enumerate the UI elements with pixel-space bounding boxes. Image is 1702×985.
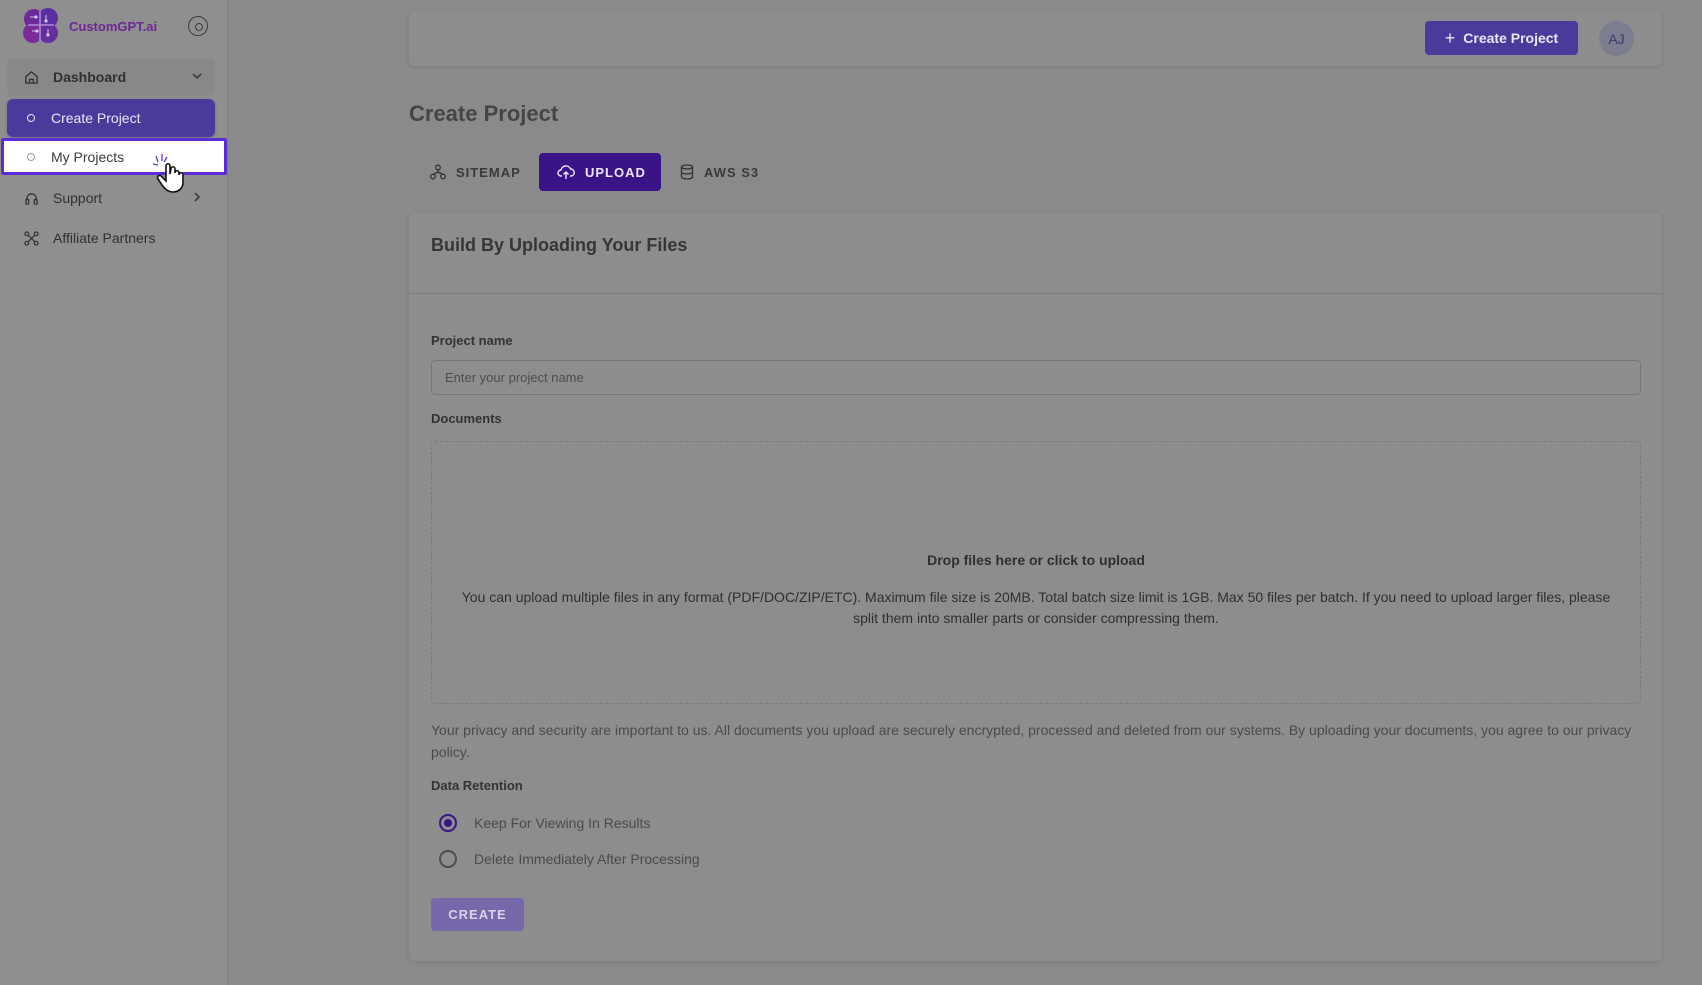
tab-label: AWS S3 [704,164,760,180]
brain-logo-icon [23,8,58,43]
page-title: Create Project [409,101,559,126]
brand[interactable]: CustomGPT.ai [20,4,157,48]
circle-icon [27,114,35,122]
cloud-upload-icon [557,164,575,180]
tab-aws-s3[interactable]: AWS S3 [662,153,777,191]
sidebar-toggle-icon[interactable] [188,16,208,36]
project-name-input[interactable] [431,360,1641,395]
tab-label: UPLOAD [585,164,646,180]
brand-name: CustomGPT.ai [69,18,158,34]
tab-sitemap[interactable]: SITEMAP [412,153,539,191]
avatar[interactable]: AJ [1599,21,1634,56]
sidebar-item-label: Dashboard [53,69,127,85]
tab-upload[interactable]: UPLOAD [539,153,661,191]
sidebar-item-dashboard[interactable]: Dashboard [7,58,215,96]
headset-icon [23,190,39,206]
hand-pointer-cursor-icon [152,154,184,193]
chevron-down-icon [192,73,202,80]
tab-label: SITEMAP [456,164,521,180]
sidebar: CustomGPT.ai Dashboard Create Project My… [0,0,228,985]
section-title: Build By Uploading Your Files [431,235,688,255]
plus-icon: + [1444,27,1456,48]
divider [409,293,1662,294]
home-icon [23,69,39,85]
radio-label: Keep For Viewing In Results [474,815,651,831]
data-retention-label: Data Retention [431,778,523,793]
privacy-notice: Your privacy and security are important … [431,722,1632,760]
sidebar-item-label: My Projects [51,148,125,165]
upload-card: Build By Uploading Your Files Project na… [409,213,1662,961]
radio-label: Delete Immediately After Processing [474,851,700,867]
project-name-label: Project name [431,333,513,348]
create-button[interactable]: CREATE [431,898,524,931]
radio-button[interactable] [439,850,457,868]
sidebar-item-affiliate-partners[interactable]: Affiliate Partners [7,219,215,257]
header-create-project-label: Create Project [1463,30,1559,46]
file-dropzone[interactable]: Drop files here or click to upload You c… [431,441,1641,704]
sitemap-icon [430,164,446,180]
dropzone-title: Drop files here or click to upload [927,552,1145,568]
circle-icon [27,152,35,161]
sidebar-item-label: Support [53,190,103,206]
sidebar-item-label: Affiliate Partners [53,230,156,246]
retention-option-delete[interactable]: Delete Immediately After Processing [439,850,700,868]
database-icon [680,164,694,180]
sidebar-item-label: Create Project [51,110,141,126]
documents-label: Documents [431,411,502,426]
sidebar-item-create-project[interactable]: Create Project [7,99,215,137]
radio-button-checked[interactable] [439,814,457,832]
network-icon [23,230,39,246]
dropzone-description: You can upload multiple files in any for… [461,589,1611,626]
top-header: + Create Project AJ [409,11,1662,66]
header-create-project-button[interactable]: + Create Project [1425,21,1578,55]
retention-option-keep[interactable]: Keep For Viewing In Results [439,814,650,832]
